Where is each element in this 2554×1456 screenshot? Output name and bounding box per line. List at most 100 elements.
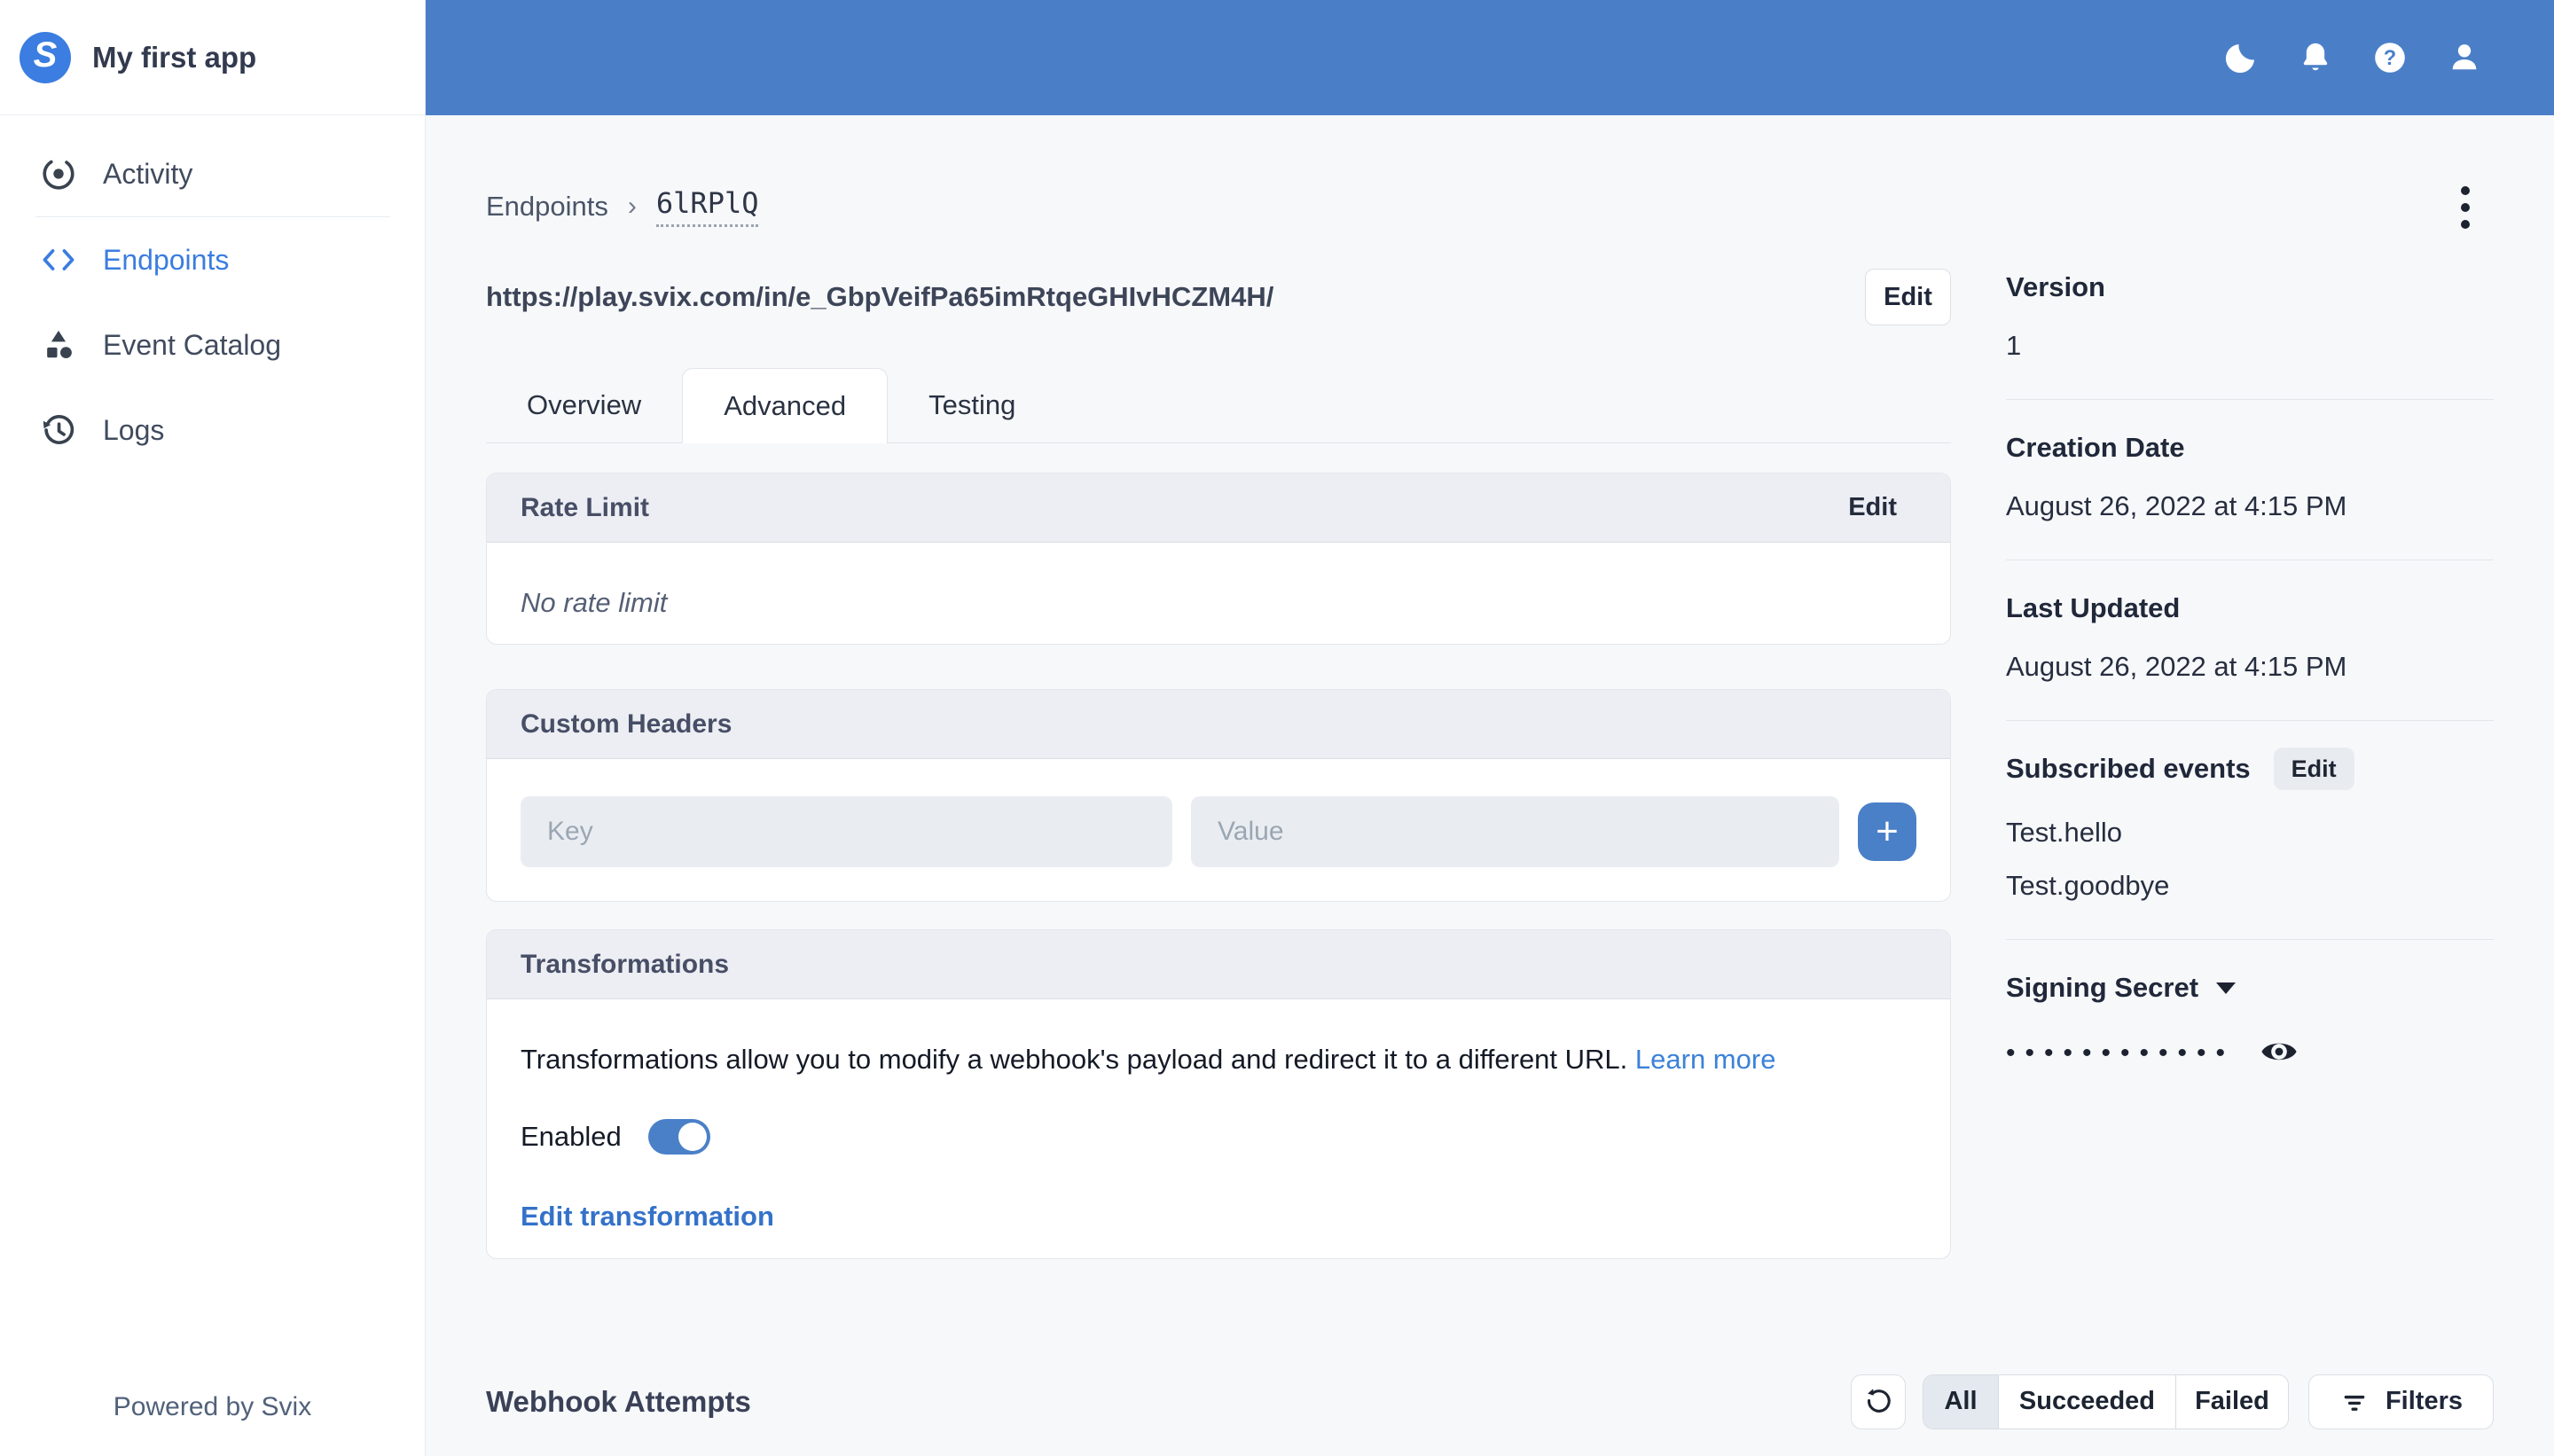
moon-icon (2225, 43, 2255, 74)
app-header: S My first app (0, 0, 425, 115)
endpoint-url: https://play.svix.com/in/e_GbpVeifPa65im… (486, 281, 1274, 312)
eye-icon (2261, 1043, 2297, 1061)
help-button[interactable]: ? (2370, 37, 2410, 78)
subscribed-event-item: Test.goodbye (2006, 870, 2170, 901)
custom-headers-card-header: Custom Headers (487, 690, 1950, 759)
subscribed-events-section: Subscribed events Edit Test.hello Test.g… (2006, 721, 2494, 940)
endpoint-tabs: Overview Advanced Testing (486, 368, 1951, 443)
version-section: Version 1 (2006, 266, 2494, 400)
transformations-body: Transformations allow you to modify a we… (487, 999, 1950, 1233)
sidebar-nav: Activity Endpoints Event Catalog Logs (0, 115, 425, 473)
refresh-icon (1867, 1388, 1891, 1413)
sidebar-item-event-catalog[interactable]: Event Catalog (0, 302, 425, 387)
rate-limit-edit-button[interactable]: Edit (1848, 493, 1897, 522)
transformations-card: Transformations Transformations allow yo… (486, 929, 1951, 1259)
sidebar-item-label: Endpoints (103, 243, 230, 276)
rate-limit-card-header: Rate Limit Edit (487, 474, 1950, 543)
subscribed-events-label-text: Subscribed events (2006, 753, 2251, 784)
attempts-filter-segmented: All Succeeded Failed (1922, 1374, 2289, 1429)
signing-secret-masked-value: •••••••••••• (2006, 1038, 2236, 1068)
filters-button-label: Filters (2385, 1387, 2463, 1415)
sidebar-item-label: Logs (103, 413, 165, 446)
breadcrumb-endpoints-link[interactable]: Endpoints (486, 191, 608, 223)
signing-secret-section: Signing Secret •••••••••••• (2006, 940, 2494, 1108)
custom-headers-body: + (487, 759, 1950, 867)
transformations-enabled-row: Enabled (521, 1118, 1916, 1155)
custom-headers-title: Custom Headers (521, 708, 733, 739)
subscribed-event-item: Test.hello (2006, 817, 2122, 848)
endpoint-url-row: https://play.svix.com/in/e_GbpVeifPa65im… (486, 269, 1951, 325)
transformations-card-header: Transformations (487, 930, 1950, 999)
breadcrumb: Endpoints › 6lRPlQ (486, 182, 759, 231)
rate-limit-empty-text: No rate limit (521, 587, 668, 618)
chevron-down-icon (2216, 982, 2237, 994)
subscribed-events-edit-button[interactable]: Edit (2273, 748, 2354, 790)
kebab-dot (2461, 186, 2470, 195)
svix-logo-icon: S (20, 31, 71, 83)
rate-limit-title: Rate Limit (521, 492, 650, 522)
user-icon (2452, 44, 2477, 70)
kebab-dot (2461, 203, 2470, 212)
last-updated-value: August 26, 2022 at 4:15 PM (2006, 651, 2347, 682)
tab-testing[interactable]: Testing (888, 368, 1056, 442)
transformations-toggle[interactable] (647, 1118, 710, 1155)
subscribed-events-label: Subscribed events Edit (2006, 748, 2494, 790)
breadcrumb-separator: › (627, 192, 637, 221)
svix-logo-letter: S (33, 35, 58, 74)
sidebar-item-label: Event Catalog (103, 328, 282, 361)
segment-succeeded[interactable]: Succeeded (1997, 1374, 2175, 1429)
last-updated-label: Last Updated (2006, 592, 2181, 623)
learn-more-link[interactable]: Learn more (1635, 1044, 1776, 1075)
help-icon: ? (2375, 43, 2405, 73)
attempts-controls: All Succeeded Failed Filters (1850, 1374, 2494, 1429)
webhook-attempts-title: Webhook Attempts (486, 1384, 751, 1418)
account-button[interactable] (2444, 37, 2485, 78)
segment-all[interactable]: All (1923, 1374, 1998, 1429)
breadcrumb-endpoint-id[interactable]: 6lRPlQ (655, 186, 759, 227)
add-header-button[interactable]: + (1858, 802, 1916, 861)
endpoints-icon (43, 249, 74, 270)
sidebar-item-activity[interactable]: Activity (0, 131, 425, 216)
topbar: ? (426, 0, 2554, 115)
creation-date-label: Creation Date (2006, 432, 2185, 463)
signing-secret-row: •••••••••••• (2006, 1027, 2494, 1076)
endpoint-details-panel: Version 1 Creation Date August 26, 2022 … (2006, 266, 2494, 1108)
logs-icon (43, 414, 74, 444)
webhook-attempts-bar: Webhook Attempts All Succeeded Failed Fi… (486, 1374, 2494, 1429)
sidebar-item-label: Activity (103, 157, 193, 190)
filters-button[interactable]: Filters (2307, 1374, 2494, 1429)
refresh-button[interactable] (1850, 1374, 1906, 1429)
notifications-button[interactable] (2295, 37, 2336, 78)
edit-transformation-link[interactable]: Edit transformation (521, 1201, 774, 1233)
signing-secret-label-text: Signing Secret (2006, 972, 2199, 1003)
enabled-label: Enabled (521, 1120, 622, 1152)
dark-mode-button[interactable] (2221, 37, 2261, 78)
activity-icon (43, 158, 74, 190)
tab-overview[interactable]: Overview (486, 368, 682, 442)
sidebar-item-endpoints[interactable]: Endpoints (0, 217, 425, 302)
edit-url-button[interactable]: Edit (1865, 269, 1951, 325)
signing-secret-label[interactable]: Signing Secret (2006, 967, 2494, 1009)
last-updated-section: Last Updated August 26, 2022 at 4:15 PM (2006, 560, 2494, 721)
segment-failed[interactable]: Failed (2174, 1374, 2288, 1429)
sidebar-item-logs[interactable]: Logs (0, 387, 425, 473)
version-value: 1 (2006, 330, 2022, 361)
toggle-knob (678, 1122, 707, 1151)
transformations-description-text: Transformations allow you to modify a we… (521, 1044, 1628, 1075)
filter-icon (2344, 1395, 2365, 1411)
svg-text:?: ? (2384, 47, 2396, 70)
transformations-title: Transformations (521, 949, 730, 979)
custom-headers-card: Custom Headers + (486, 689, 1951, 902)
reveal-secret-button[interactable] (2258, 1030, 2300, 1073)
header-key-input[interactable] (521, 796, 1172, 867)
kebab-dot (2461, 220, 2470, 229)
header-value-input[interactable] (1191, 796, 1839, 867)
event-catalog-icon (47, 330, 72, 359)
powered-by-svix: Powered by Svix (113, 1392, 312, 1421)
rate-limit-card: Rate Limit Edit No rate limit (486, 473, 1951, 645)
bell-icon (2303, 43, 2328, 71)
kebab-menu-button[interactable] (2444, 186, 2487, 229)
creation-date-value: August 26, 2022 at 4:15 PM (2006, 490, 2347, 521)
creation-date-section: Creation Date August 26, 2022 at 4:15 PM (2006, 400, 2494, 560)
tab-advanced[interactable]: Advanced (682, 368, 889, 443)
